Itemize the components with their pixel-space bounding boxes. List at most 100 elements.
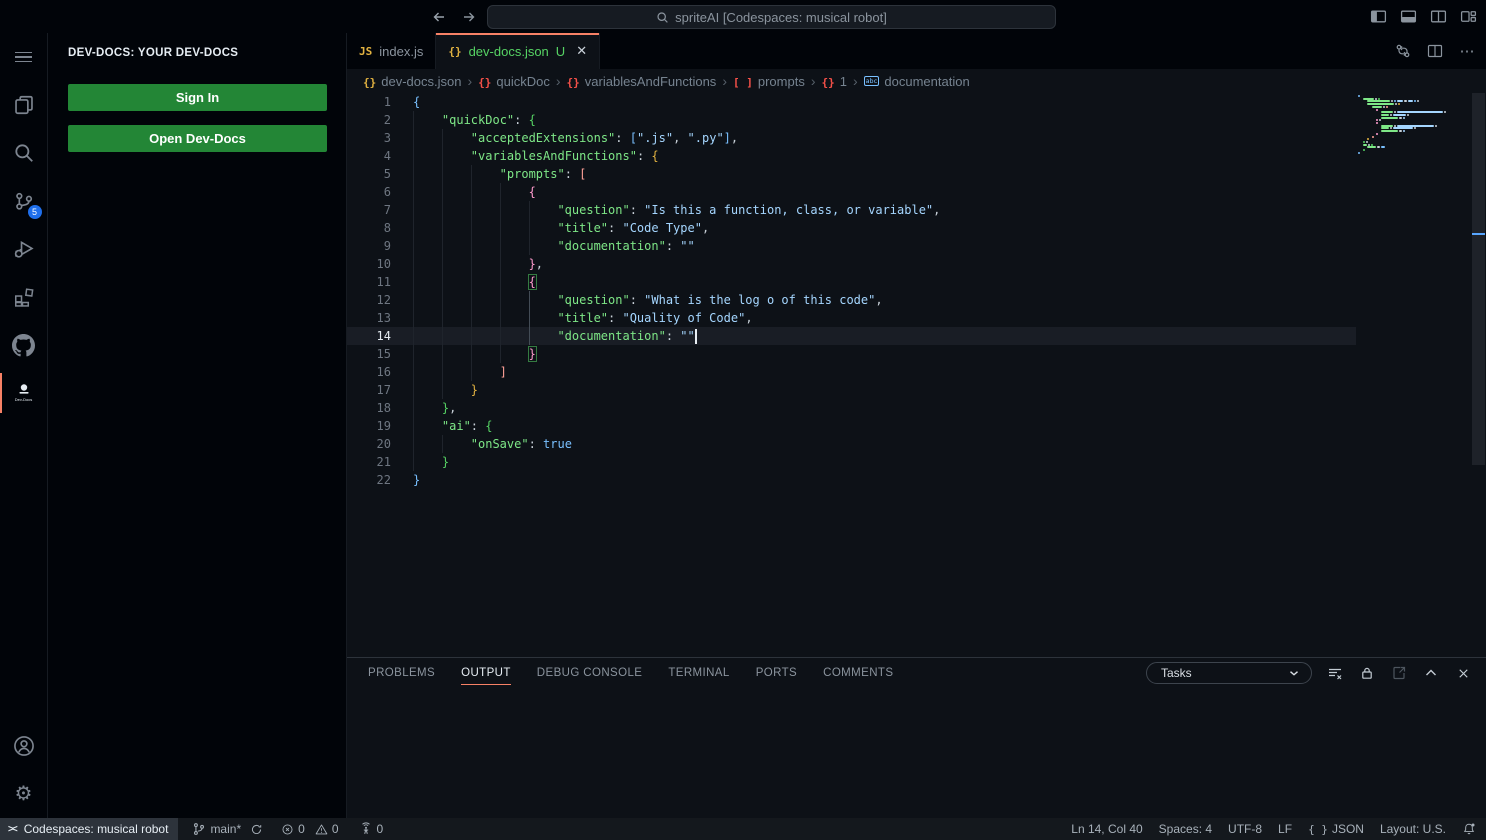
open-changes-icon[interactable] xyxy=(1394,42,1412,60)
code-line[interactable]: 21} xyxy=(347,453,1356,471)
split-editor-icon[interactable] xyxy=(1426,42,1444,60)
activity-item-menu[interactable] xyxy=(0,33,48,81)
line-number[interactable]: 11 xyxy=(347,273,391,291)
code-line[interactable]: 22} xyxy=(347,471,1356,489)
lock-icon[interactable] xyxy=(1358,664,1376,682)
panel-tab-output[interactable]: OUTPUT xyxy=(461,658,511,688)
activity-item-github[interactable] xyxy=(0,321,48,369)
line-number[interactable]: 7 xyxy=(347,201,391,219)
code-line[interactable]: 1{ xyxy=(347,93,1356,111)
activity-item-explorer[interactable] xyxy=(0,81,48,129)
activity-item-settings[interactable]: ⚙ xyxy=(0,770,48,818)
branch-indicator[interactable]: main* xyxy=(192,822,263,836)
line-number[interactable]: 12 xyxy=(347,291,391,309)
toggle-secondary-sidebar-icon[interactable] xyxy=(1428,7,1448,27)
language-mode[interactable]: { } JSON xyxy=(1308,822,1364,836)
more-actions-icon[interactable]: ⋯ xyxy=(1458,42,1476,60)
code-line[interactable]: 20"onSave": true xyxy=(347,435,1356,453)
code-line[interactable]: 3"acceptedExtensions": [".js", ".py"], xyxy=(347,129,1356,147)
code-editor[interactable]: 1{2"quickDoc": {3"acceptedExtensions": [… xyxy=(347,93,1486,690)
line-number[interactable]: 20 xyxy=(347,435,391,453)
activity-item-dev-docs[interactable]: Dev-Docs xyxy=(0,369,48,417)
line-number[interactable]: 5 xyxy=(347,165,391,183)
encoding[interactable]: UTF-8 xyxy=(1228,822,1262,836)
line-number[interactable]: 8 xyxy=(347,219,391,237)
close-tab-icon[interactable]: ✕ xyxy=(576,43,587,59)
breadcrumb-item-1[interactable]: {}1 xyxy=(822,74,847,89)
indentation[interactable]: Spaces: 4 xyxy=(1159,822,1212,836)
customize-layout-icon[interactable] xyxy=(1458,7,1478,27)
code-line[interactable]: 16] xyxy=(347,363,1356,381)
code-line[interactable]: 6{ xyxy=(347,183,1356,201)
command-center-search[interactable]: spriteAI [Codespaces: musical robot] xyxy=(487,5,1056,29)
line-number[interactable]: 18 xyxy=(347,399,391,417)
forward-button[interactable] xyxy=(460,8,478,26)
code-line[interactable]: 8"title": "Code Type", xyxy=(347,219,1356,237)
line-number[interactable]: 6 xyxy=(347,183,391,201)
panel-tab-problems[interactable]: PROBLEMS xyxy=(368,658,435,688)
open-output-in-editor-icon[interactable] xyxy=(1390,664,1408,682)
code-line[interactable]: 18}, xyxy=(347,399,1356,417)
code-line[interactable]: 14"documentation": "" xyxy=(347,327,1356,345)
back-button[interactable] xyxy=(430,8,448,26)
line-number[interactable]: 16 xyxy=(347,363,391,381)
close-panel-icon[interactable] xyxy=(1454,664,1472,682)
panel-tab-ports[interactable]: PORTS xyxy=(756,658,797,688)
code-line[interactable]: 12"question": "What is the log o of this… xyxy=(347,291,1356,309)
cursor-position[interactable]: Ln 14, Col 40 xyxy=(1071,822,1142,836)
activity-item-source-control[interactable]: 5 xyxy=(0,177,48,225)
code-line[interactable]: 4"variablesAndFunctions": { xyxy=(347,147,1356,165)
keyboard-layout[interactable]: Layout: U.S. xyxy=(1380,822,1446,836)
line-number[interactable]: 3 xyxy=(347,129,391,147)
tab-index.js[interactable]: JSindex.js xyxy=(347,33,436,69)
panel-tab-debug-console[interactable]: DEBUG CONSOLE xyxy=(537,658,643,688)
minimap[interactable] xyxy=(1356,93,1470,690)
code-line[interactable]: 13"title": "Quality of Code", xyxy=(347,309,1356,327)
breadcrumb-item-prompts[interactable]: [ ]prompts xyxy=(733,74,805,89)
code-line[interactable]: 15} xyxy=(347,345,1356,363)
code-line[interactable]: 9"documentation": "" xyxy=(347,237,1356,255)
activity-item-extensions[interactable] xyxy=(0,273,48,321)
output-channel-select[interactable]: Tasks xyxy=(1146,662,1312,684)
panel-tab-terminal[interactable]: TERMINAL xyxy=(668,658,729,688)
panel-tab-comments[interactable]: COMMENTS xyxy=(823,658,893,688)
toggle-panel-icon[interactable] xyxy=(1398,7,1418,27)
open-dev-docs-button[interactable]: Open Dev-Docs xyxy=(68,125,327,152)
scrollbar-slider[interactable] xyxy=(1472,93,1485,465)
line-number[interactable]: 21 xyxy=(347,453,391,471)
code-line[interactable]: 17} xyxy=(347,381,1356,399)
code-line[interactable]: 11{ xyxy=(347,273,1356,291)
ports-indicator[interactable]: 0 xyxy=(359,822,384,836)
clear-output-icon[interactable] xyxy=(1326,664,1344,682)
line-number[interactable]: 9 xyxy=(347,237,391,255)
code-line[interactable]: 5"prompts": [ xyxy=(347,165,1356,183)
breadcrumb-item-dev-docs.json[interactable]: {}dev-docs.json xyxy=(363,74,461,89)
notifications-bell[interactable] xyxy=(1462,822,1476,836)
line-number[interactable]: 13 xyxy=(347,309,391,327)
line-number[interactable]: 14 xyxy=(347,327,391,345)
activity-item-search[interactable] xyxy=(0,129,48,177)
problems-indicator[interactable]: 0 0 xyxy=(281,822,338,836)
breadcrumb-item-variablesAndFunctions[interactable]: {}variablesAndFunctions xyxy=(567,74,717,89)
breadcrumb-item-documentation[interactable]: abcdocumentation xyxy=(864,74,970,89)
toggle-sidebar-icon[interactable] xyxy=(1368,7,1388,27)
activity-item-run-debug[interactable] xyxy=(0,225,48,273)
line-number[interactable]: 1 xyxy=(347,93,391,111)
code-line[interactable]: 7"question": "Is this a function, class,… xyxy=(347,201,1356,219)
code-line[interactable]: 2"quickDoc": { xyxy=(347,111,1356,129)
editor-scrollbar[interactable] xyxy=(1471,93,1486,690)
line-number[interactable]: 17 xyxy=(347,381,391,399)
line-number[interactable]: 15 xyxy=(347,345,391,363)
line-number[interactable]: 4 xyxy=(347,147,391,165)
activity-item-account[interactable] xyxy=(0,722,48,770)
code-line[interactable]: 19"ai": { xyxy=(347,417,1356,435)
remote-indicator[interactable]: >< Codespaces: musical robot xyxy=(0,818,178,840)
tab-dev-docs.json[interactable]: {}dev-docs.jsonU✕ xyxy=(436,33,600,69)
breadcrumb-item-quickDoc[interactable]: {}quickDoc xyxy=(478,74,550,89)
line-number[interactable]: 10 xyxy=(347,255,391,273)
sign-in-button[interactable]: Sign In xyxy=(68,84,327,111)
line-number[interactable]: 2 xyxy=(347,111,391,129)
code-line[interactable]: 10}, xyxy=(347,255,1356,273)
maximize-panel-icon[interactable] xyxy=(1422,664,1440,682)
line-number[interactable]: 22 xyxy=(347,471,391,489)
